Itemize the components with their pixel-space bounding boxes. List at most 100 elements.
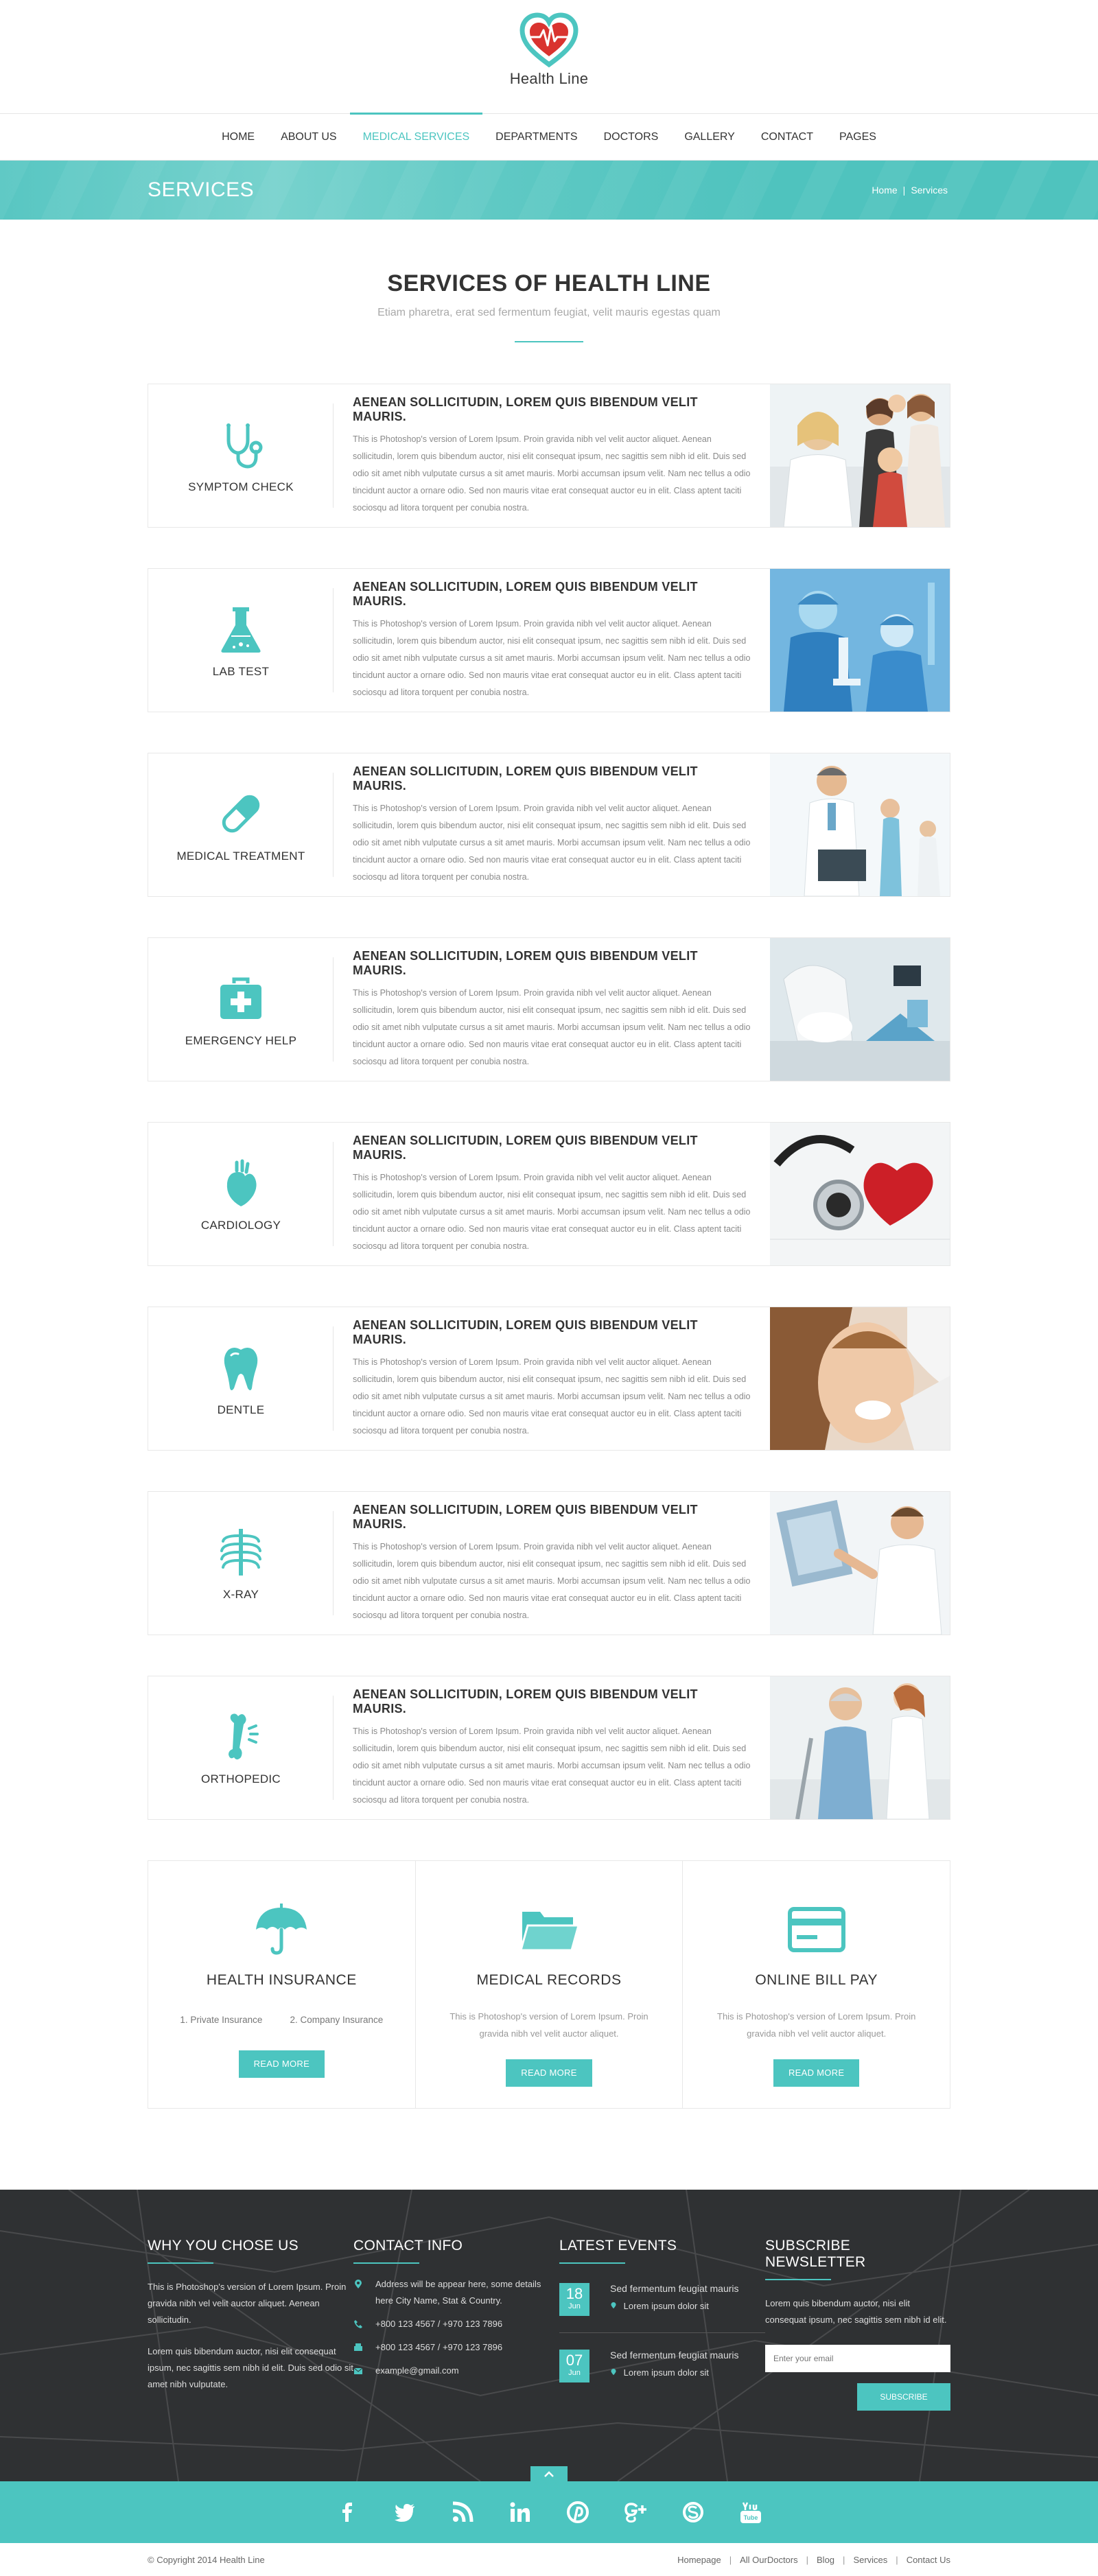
twitter-icon[interactable] bbox=[393, 2500, 417, 2525]
logo-text[interactable]: Health Line bbox=[0, 70, 1098, 88]
nav-pages[interactable]: PAGES bbox=[826, 114, 889, 160]
service-card-medical-treatment[interactable]: MEDICAL TREATMENT AENEAN SOLLICITUDIN, L… bbox=[148, 753, 950, 897]
site-header: Health Line bbox=[0, 0, 1098, 114]
subscribe-button[interactable]: SUBSCRIBE bbox=[857, 2383, 950, 2411]
facebook-icon[interactable] bbox=[335, 2500, 360, 2525]
service-card-body: AENEAN SOLLICITUDIN, LOREM QUIS BIBENDUM… bbox=[334, 1492, 770, 1635]
service-photo-doctor-xray bbox=[770, 1492, 950, 1635]
footer-link-doctors[interactable]: All OurDoctors bbox=[740, 2555, 798, 2565]
contact-address: Address will be appear here, some detail… bbox=[353, 2276, 559, 2309]
scroll-to-top-button[interactable] bbox=[530, 2466, 568, 2483]
mail-icon bbox=[353, 2367, 363, 2374]
newsletter-email-input[interactable] bbox=[765, 2345, 950, 2372]
service-text: This is Photoshop's version of Lorem Ips… bbox=[353, 1542, 751, 1620]
feature-text: This is Photoshop's version of Lorem Ips… bbox=[717, 2011, 916, 2039]
event-location: Lorem ipsum dolor sit bbox=[610, 2367, 739, 2378]
footer-link-services[interactable]: Services bbox=[853, 2555, 887, 2565]
service-card-lab-test[interactable]: LAB TEST AENEAN SOLLICITUDIN, LOREM QUIS… bbox=[148, 568, 950, 712]
service-card-symptom-check[interactable]: SYMPTOM CHECK AENEAN SOLLICITUDIN, LOREM… bbox=[148, 384, 950, 528]
contact-email-text[interactable]: example@gmail.com bbox=[375, 2363, 459, 2379]
nav-medical-services[interactable]: MEDICAL SERVICES bbox=[349, 113, 483, 160]
service-card-x-ray[interactable]: X-RAY AENEAN SOLLICITUDIN, LOREM QUIS BI… bbox=[148, 1491, 950, 1635]
service-card-dentle[interactable]: DENTLE AENEAN SOLLICITUDIN, LOREM QUIS B… bbox=[148, 1307, 950, 1451]
nav-gallery[interactable]: GALLERY bbox=[671, 114, 748, 160]
event-day: 07 bbox=[565, 2352, 583, 2369]
breadcrumb-home[interactable]: Home bbox=[872, 185, 897, 196]
footer-heading-underline bbox=[353, 2262, 419, 2264]
nav-departments[interactable]: DEPARTMENTS bbox=[482, 114, 590, 160]
footer-link-blog[interactable]: Blog bbox=[817, 2555, 834, 2565]
service-card-header: CARDIOLOGY bbox=[148, 1123, 334, 1265]
contact-fax-text[interactable]: +800 123 4567 / +970 123 7896 bbox=[375, 2339, 502, 2356]
footer-paragraph: Lorem quis bibendum auctor, nisi elit co… bbox=[148, 2346, 353, 2389]
list-item[interactable]: 2. Company Insurance bbox=[290, 2015, 383, 2033]
event-item[interactable]: 07 Jun Sed fermentum feugiat mauris Lore… bbox=[559, 2332, 765, 2399]
service-card-body: AENEAN SOLLICITUDIN, LOREM QUIS BIBENDUM… bbox=[334, 753, 770, 896]
nav-doctors[interactable]: DOCTORS bbox=[591, 114, 672, 160]
rss-icon[interactable] bbox=[450, 2500, 475, 2525]
event-item[interactable]: 18 Jun Sed fermentum feugiat mauris Lore… bbox=[559, 2273, 765, 2332]
service-card-header: MEDICAL TREATMENT bbox=[148, 753, 334, 896]
footer-heading-underline bbox=[148, 2262, 213, 2264]
service-title: AENEAN SOLLICITUDIN, LOREM QUIS BIBENDUM… bbox=[353, 395, 698, 423]
nav-about-us[interactable]: ABOUT US bbox=[268, 114, 350, 160]
contact-phone-text[interactable]: +800 123 4567 / +970 123 7896 bbox=[375, 2316, 502, 2332]
services-heading: SERVICES OF HEALTH LINE Etiam pharetra, … bbox=[0, 220, 1098, 342]
event-info: Sed fermentum feugiat mauris Lorem ipsum… bbox=[610, 2283, 739, 2311]
event-location: Lorem ipsum dolor sit bbox=[610, 2301, 739, 2311]
youtube-icon[interactable]: Tube bbox=[738, 2500, 763, 2525]
insurance-list: 1. Private Insurance 2. Company Insuranc… bbox=[148, 2015, 415, 2033]
footer-heading-underline bbox=[559, 2262, 625, 2264]
service-card-emergency-help[interactable]: EMERGENCY HELP AENEAN SOLLICITUDIN, LORE… bbox=[148, 937, 950, 1081]
section-title: SERVICES OF HEALTH LINE bbox=[387, 270, 711, 296]
service-card-orthopedic[interactable]: ORTHOPEDIC AENEAN SOLLICITUDIN, LOREM QU… bbox=[148, 1676, 950, 1820]
footer-heading-underline bbox=[765, 2279, 831, 2280]
footer-heading: WHY YOU CHOSE US bbox=[148, 2238, 299, 2253]
social-bar: Tube bbox=[0, 2466, 1098, 2543]
feature-title: HEALTH INSURANCE bbox=[206, 1972, 357, 1988]
feature-online-bill-pay: ONLINE BILL PAY This is Photoshop's vers… bbox=[683, 1861, 950, 2108]
google-plus-icon[interactable] bbox=[623, 2500, 648, 2525]
service-text: This is Photoshop's version of Lorem Ips… bbox=[353, 1357, 751, 1436]
contact-phone: +800 123 4567 / +970 123 7896 bbox=[353, 2316, 559, 2332]
event-month: Jun bbox=[568, 2302, 581, 2310]
footer-link-contact[interactable]: Contact Us bbox=[907, 2555, 950, 2565]
service-label: DENTLE bbox=[217, 1403, 265, 1416]
nav-contact[interactable]: CONTACT bbox=[748, 114, 826, 160]
heart-logo-icon[interactable] bbox=[518, 11, 580, 69]
page-title-bar: SERVICES Home | Services bbox=[0, 161, 1098, 220]
contact-fax: +800 123 4567 / +970 123 7896 bbox=[353, 2339, 559, 2356]
event-date: 18 Jun bbox=[559, 2283, 589, 2316]
event-title[interactable]: Sed fermentum feugiat mauris bbox=[610, 2283, 739, 2294]
section-divider bbox=[515, 341, 583, 342]
list-item[interactable]: 1. Private Insurance bbox=[180, 2015, 262, 2033]
feature-medical-records: MEDICAL RECORDS This is Photoshop's vers… bbox=[416, 1861, 684, 2108]
footer-contact-info: CONTACT INFO Address will be appear here… bbox=[353, 2238, 559, 2411]
service-card-header: X-RAY bbox=[148, 1492, 334, 1635]
feature-health-insurance: HEALTH INSURANCE 1. Private Insurance 2.… bbox=[148, 1861, 416, 2108]
services-list: SYMPTOM CHECK AENEAN SOLLICITUDIN, LOREM… bbox=[148, 384, 950, 2109]
service-card-body: AENEAN SOLLICITUDIN, LOREM QUIS BIBENDUM… bbox=[334, 1676, 770, 1819]
event-month: Jun bbox=[568, 2369, 581, 2377]
footer-link-homepage[interactable]: Homepage bbox=[677, 2555, 721, 2565]
footer-links: Homepage | All OurDoctors | Blog | Services… bbox=[677, 2554, 950, 2565]
nav-home[interactable]: HOME bbox=[209, 114, 268, 160]
read-more-button[interactable]: READ MORE bbox=[238, 2050, 325, 2078]
service-card-cardiology[interactable]: CARDIOLOGY AENEAN SOLLICITUDIN, LOREM QU… bbox=[148, 1122, 950, 1266]
read-more-button[interactable]: READ MORE bbox=[506, 2059, 592, 2087]
pinterest-icon[interactable] bbox=[565, 2500, 590, 2525]
skype-icon[interactable] bbox=[681, 2500, 705, 2525]
read-more-button[interactable]: READ MORE bbox=[773, 2059, 860, 2087]
service-card-header: DENTLE bbox=[148, 1307, 334, 1450]
page-title: SERVICES bbox=[148, 178, 255, 201]
service-card-header: LAB TEST bbox=[148, 569, 334, 712]
feature-boxes: HEALTH INSURANCE 1. Private Insurance 2.… bbox=[148, 1860, 950, 2109]
service-label: SYMPTOM CHECK bbox=[188, 480, 294, 493]
feature-text: This is Photoshop's version of Lorem Ips… bbox=[449, 2011, 649, 2039]
site-footer: WHY YOU CHOSE US This is Photoshop's ver… bbox=[0, 2190, 1098, 2481]
service-title: AENEAN SOLLICITUDIN, LOREM QUIS BIBENDUM… bbox=[353, 1134, 698, 1162]
linkedin-icon[interactable] bbox=[508, 2500, 533, 2525]
main-nav: HOME ABOUT US MEDICAL SERVICES DEPARTMEN… bbox=[0, 113, 1098, 161]
service-card-header: SYMPTOM CHECK bbox=[148, 384, 334, 527]
event-title[interactable]: Sed fermentum feugiat mauris bbox=[610, 2350, 739, 2361]
